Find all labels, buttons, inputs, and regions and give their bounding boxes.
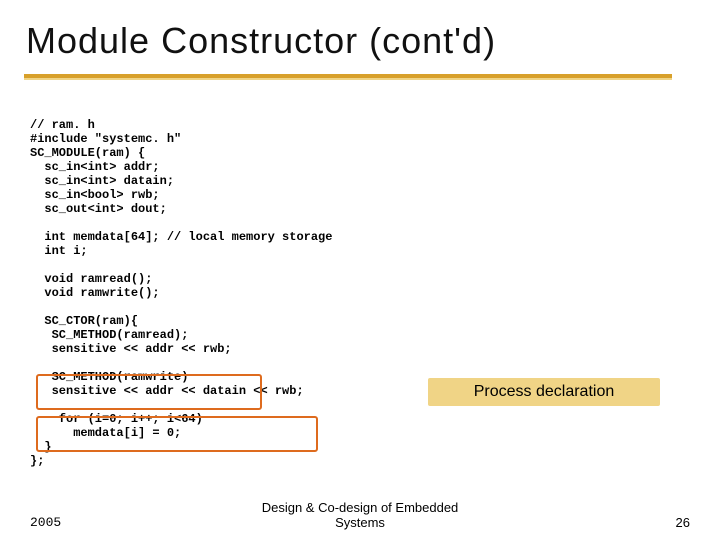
slide-title: Module Constructor (cont'd)	[26, 20, 496, 62]
underline-shadow	[24, 78, 672, 80]
title-underline	[24, 74, 672, 82]
highlight-box-ramread	[36, 374, 262, 410]
slide: Module Constructor (cont'd) // ram. h #i…	[0, 0, 720, 540]
footer-center-line1: Design & Co-design of Embedded	[262, 500, 459, 515]
footer-page-number: 26	[676, 515, 690, 530]
footer-center-line2: Systems	[335, 515, 385, 530]
footer-year: 2005	[30, 515, 61, 530]
callout-process-declaration: Process declaration	[428, 378, 660, 406]
highlight-box-ramwrite	[36, 416, 318, 452]
footer-center: Design & Co-design of Embedded Systems	[0, 500, 720, 530]
